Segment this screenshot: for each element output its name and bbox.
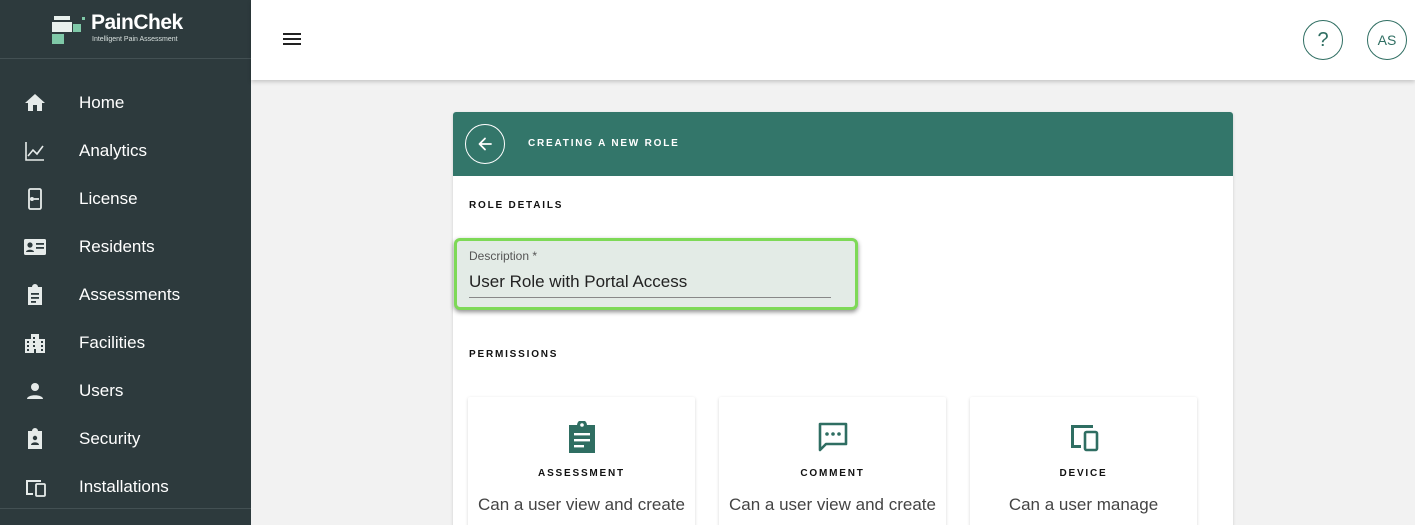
- sidebar-item-license[interactable]: License: [0, 175, 251, 223]
- permission-card-device[interactable]: DEVICE Can a user manage: [970, 397, 1197, 525]
- painchek-logo-icon: [52, 16, 85, 44]
- create-role-card: CREATING A NEW ROLE ROLE DETAILS Descrip…: [453, 112, 1233, 525]
- permission-title: DEVICE: [1059, 468, 1108, 479]
- page-title: CREATING A NEW ROLE: [528, 138, 680, 149]
- permission-card-assessment[interactable]: ASSESSMENT Can a user view and create: [468, 397, 695, 525]
- arrow-left-icon: [478, 137, 492, 151]
- sidebar-item-users[interactable]: Users: [0, 367, 251, 415]
- hamburger-menu-icon[interactable]: [281, 28, 303, 50]
- sidebar-item-label: License: [79, 189, 138, 208]
- sidebar-item-label: Security: [79, 429, 141, 448]
- security-icon: [22, 426, 48, 452]
- user-avatar[interactable]: AS: [1367, 20, 1407, 60]
- facilities-icon: [22, 330, 48, 356]
- sidebar-item-facilities[interactable]: Facilities: [0, 319, 251, 367]
- permission-card-comment[interactable]: COMMENT Can a user view and create: [719, 397, 946, 525]
- brand-tagline: Intelligent Pain Assessment: [92, 36, 178, 43]
- users-icon: [22, 378, 48, 404]
- sidebar-item-security[interactable]: Security: [0, 415, 251, 463]
- sidebar-item-label: Home: [79, 93, 125, 112]
- top-app-bar: ? AS: [251, 0, 1415, 80]
- description-field[interactable]: Description * User Role with Portal Acce…: [454, 238, 858, 310]
- sidebar-item-home[interactable]: Home: [0, 79, 251, 127]
- license-icon: [22, 186, 48, 212]
- logo[interactable]: PainChek Intelligent Pain Assessment: [0, 0, 251, 59]
- comment-icon: [818, 422, 848, 452]
- devices-icon: [1071, 425, 1099, 452]
- sidebar-item-label: Users: [79, 381, 124, 400]
- sidebar-item-label: Residents: [79, 237, 155, 256]
- analytics-icon: [22, 138, 48, 164]
- permission-description: Can a user manage: [1008, 495, 1159, 514]
- permission-title: ASSESSMENT: [538, 468, 625, 479]
- sidebar-item-assessments[interactable]: Assessments: [0, 271, 251, 319]
- sidebar-item-label: Installations: [79, 477, 169, 496]
- home-icon: [22, 90, 48, 116]
- assessments-icon: [22, 282, 48, 308]
- clipboard-icon: [569, 421, 595, 453]
- sidebar-nav: Home Analytics License Residents Assessm…: [0, 79, 251, 511]
- sidebar-item-residents[interactable]: Residents: [0, 223, 251, 271]
- sidebar-item-label: Assessments: [79, 285, 181, 304]
- permission-title: COMMENT: [800, 468, 865, 479]
- card-header: CREATING A NEW ROLE: [453, 112, 1233, 176]
- sidebar-item-analytics[interactable]: Analytics: [0, 127, 251, 175]
- help-button[interactable]: ?: [1303, 20, 1343, 60]
- description-input[interactable]: User Role with Portal Access: [469, 272, 687, 292]
- role-details-heading: ROLE DETAILS: [469, 200, 564, 211]
- description-field-label: Description *: [469, 249, 538, 263]
- field-underline: [469, 297, 831, 298]
- brand-name: PainChek: [91, 11, 183, 34]
- permission-description: Can a user view and create: [729, 495, 936, 514]
- sidebar-item-label: Analytics: [79, 141, 148, 160]
- sidebar-divider: [0, 508, 251, 509]
- sidebar-item-installations[interactable]: Installations: [0, 463, 251, 511]
- permissions-heading: PERMISSIONS: [469, 349, 559, 360]
- sidebar-item-label: Facilities: [79, 333, 146, 352]
- permission-description: Can a user view and create: [478, 495, 685, 514]
- residents-icon: [22, 234, 48, 260]
- back-button[interactable]: [465, 124, 505, 164]
- sidebar: PainChek Intelligent Pain Assessment Hom…: [0, 0, 251, 525]
- installations-icon: [22, 474, 48, 500]
